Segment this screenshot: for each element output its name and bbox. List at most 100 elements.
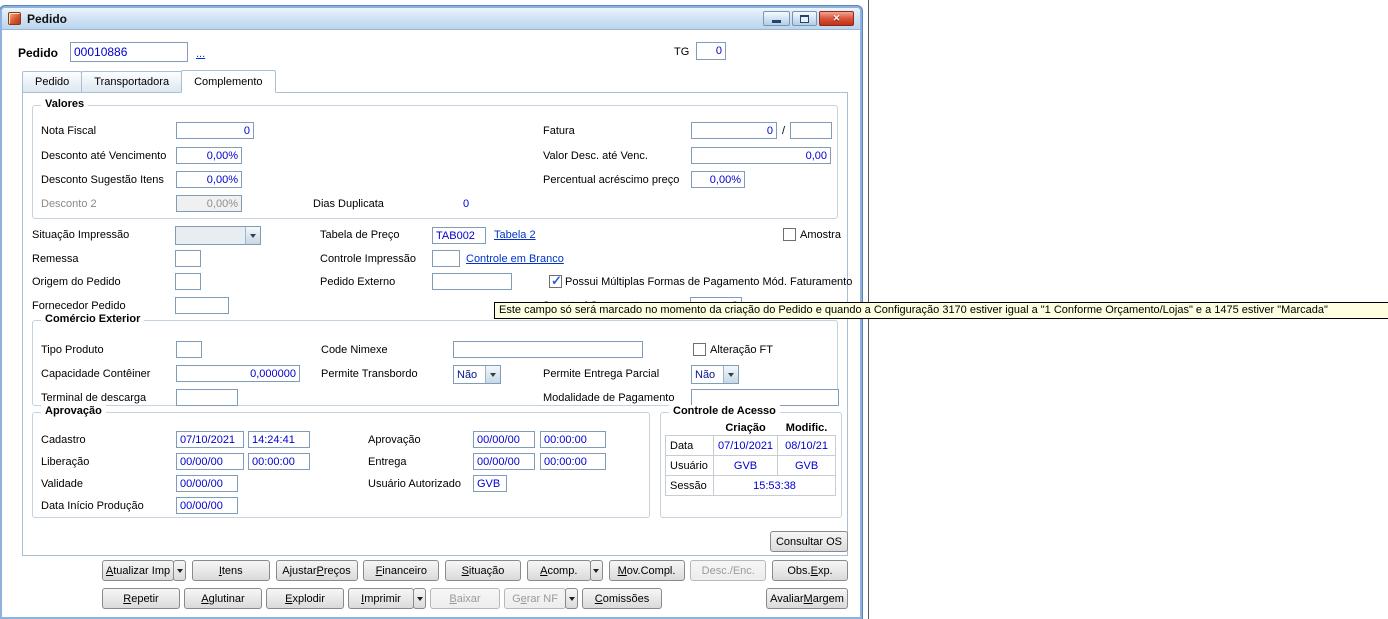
entrega-time-input[interactable]: 00:00:00 xyxy=(540,453,606,470)
liberacao-time-input[interactable]: 00:00:00 xyxy=(248,453,310,470)
fatura-input[interactable]: 0 xyxy=(691,122,777,139)
desktop: { "window": { "title": "Pedido" }, "head… xyxy=(0,0,1388,619)
aprovacao-time-input[interactable]: 00:00:00 xyxy=(540,431,606,448)
valores-legend: Valores xyxy=(41,98,89,110)
tabela-preco-input[interactable]: TAB002 xyxy=(432,227,486,244)
tipo-produto-input[interactable] xyxy=(176,341,202,358)
validade-date-input[interactable]: 00/00/00 xyxy=(176,475,238,492)
alteracao-ft-checkbox[interactable] xyxy=(693,343,706,356)
desconto-vencimento-input[interactable]: 0,00% xyxy=(176,147,242,164)
situacao-impressao-value xyxy=(176,227,245,244)
aprovacao-group: Aprovação Cadastro 07/10/2021 14:24:41 A… xyxy=(32,405,650,518)
modalidade-pagamento-input[interactable] xyxy=(691,389,839,406)
tabela-preco-link[interactable]: Tabela 2 xyxy=(494,229,536,241)
nota-fiscal-input[interactable]: 0 xyxy=(176,122,254,139)
tg-input[interactable]: 0 xyxy=(696,42,726,60)
usuario-autorizado-input[interactable]: GVB xyxy=(473,475,507,492)
chevron-down-icon xyxy=(723,366,738,383)
situacao-button[interactable]: Situação xyxy=(445,560,521,581)
remessa-input[interactable] xyxy=(175,250,201,267)
permite-transbordo-select[interactable]: Não xyxy=(453,365,501,384)
acc-col-criacao: Criação xyxy=(725,422,766,434)
permite-transbordo-value: Não xyxy=(457,368,478,381)
ajustar-precos-button[interactable]: Ajustar Preços xyxy=(275,560,358,581)
action-row-2: Repetir Aglutinar Explodir Imprimir Baix… xyxy=(102,588,848,609)
amostra-checkbox[interactable] xyxy=(783,228,796,241)
usuario-autorizado-label: Usuário Autorizado xyxy=(368,478,461,490)
fornecedor-pedido-label: Fornecedor Pedido xyxy=(32,300,126,312)
desc-enc-button: Desc./Enc. xyxy=(690,560,767,581)
repetir-button[interactable]: Repetir xyxy=(102,588,180,609)
entrega-date-input[interactable]: 00/00/00 xyxy=(473,453,535,470)
tab-transportadora[interactable]: Transportadora xyxy=(81,71,183,93)
acc-usuario-modific: GVB xyxy=(777,455,837,476)
multiplas-formas-checkbox[interactable] xyxy=(549,273,562,289)
situacao-impressao-select[interactable] xyxy=(175,226,261,245)
controle-acesso-table: Criação Modific. Data 07/10/2021 08/10/2… xyxy=(665,421,837,496)
acc-sessao-label: Sessão xyxy=(665,475,714,496)
data-inicio-producao-input[interactable]: 00/00/00 xyxy=(176,497,238,514)
obs-exp-button[interactable]: Obs. Exp. xyxy=(772,560,848,581)
mov-compl-button[interactable]: Mov.Compl. xyxy=(608,560,685,581)
table-row: Data 07/10/2021 08/10/21 xyxy=(665,435,837,456)
controle-em-branco-link[interactable]: Controle em Branco xyxy=(466,253,564,265)
table-row: Sessão 15:53:38 xyxy=(665,475,837,496)
atualizar-imp-dropdown-button[interactable] xyxy=(173,560,186,581)
code-nimexe-input[interactable] xyxy=(453,341,643,358)
tab-pedido[interactable]: Pedido xyxy=(22,71,83,93)
baixar-button: Baixar xyxy=(430,588,500,609)
atualizar-imp-button[interactable]: Atualizar Imp xyxy=(102,560,174,581)
itens-button[interactable]: Itens xyxy=(191,560,270,581)
acc-col-modific: Modific. xyxy=(785,422,828,434)
dias-duplicata-value: 0 xyxy=(463,198,470,210)
percentual-acrescimo-label: Percentual acréscimo preço xyxy=(543,174,680,186)
cadastro-date-input[interactable]: 07/10/2021 xyxy=(176,431,244,448)
valor-desc-venc-input[interactable]: 0,00 xyxy=(691,147,831,164)
fornecedor-pedido-input[interactable] xyxy=(175,297,229,314)
close-button[interactable] xyxy=(819,11,854,26)
pedido-number-input[interactable]: 00010886 xyxy=(70,42,188,62)
permite-transbordo-label: Permite Transbordo xyxy=(321,368,418,380)
controle-impressao-input[interactable] xyxy=(432,250,460,267)
consultar-os-button[interactable]: Consultar OS xyxy=(770,531,848,552)
pedido-externo-label: Pedido Externo xyxy=(320,276,396,288)
origem-pedido-label: Origem do Pedido xyxy=(32,276,121,288)
titlebar[interactable]: Pedido xyxy=(2,8,860,30)
multiplas-formas-label: Possui Múltiplas Formas de Pagamento Mód… xyxy=(565,276,853,288)
gerar-nf-dropdown-button[interactable] xyxy=(565,588,578,609)
pedido-externo-input[interactable] xyxy=(432,273,512,290)
acomp-dropdown-button[interactable] xyxy=(589,560,603,581)
imprimir-dropdown-button[interactable] xyxy=(413,588,426,609)
explodir-button[interactable]: Explodir xyxy=(266,588,344,609)
cadastro-time-input[interactable]: 14:24:41 xyxy=(248,431,310,448)
pedido-lookup-link[interactable]: ... xyxy=(196,48,205,60)
aprovacao-legend: Aprovação xyxy=(41,405,106,417)
origem-pedido-input[interactable] xyxy=(175,273,201,290)
permite-entrega-parcial-select[interactable]: Não xyxy=(691,365,739,384)
desconto-sugestao-input[interactable]: 0,00% xyxy=(176,171,242,188)
tab-complemento[interactable]: Complemento xyxy=(181,70,276,93)
maximize-button[interactable] xyxy=(792,11,817,26)
financeiro-button[interactable]: Financeiro xyxy=(363,560,440,581)
app-icon xyxy=(8,12,21,25)
liberacao-date-input[interactable]: 00/00/00 xyxy=(176,453,244,470)
minimize-button[interactable] xyxy=(763,11,790,26)
avaliar-margem-button[interactable]: Avaliar Margem xyxy=(766,588,848,609)
acc-corner-cell xyxy=(666,421,714,436)
comissoes-button[interactable]: Comissões xyxy=(582,588,662,609)
percentual-acrescimo-input[interactable]: 0,00% xyxy=(691,171,745,188)
aglutinar-button[interactable]: Aglutinar xyxy=(184,588,262,609)
aprovacao-label: Aprovação xyxy=(368,434,421,446)
aprovacao-date-input[interactable]: 00/00/00 xyxy=(473,431,535,448)
data-inicio-producao-label: Data Início Produção xyxy=(41,500,144,512)
capacidade-conteiner-input[interactable]: 0,000000 xyxy=(176,365,300,382)
fatura-input-2[interactable] xyxy=(790,122,832,139)
terminal-descarga-input[interactable] xyxy=(176,389,238,406)
maximize-icon xyxy=(800,14,809,23)
tipo-produto-label: Tipo Produto xyxy=(41,344,104,356)
acc-data-modific: 08/10/21 xyxy=(777,435,837,456)
acomp-button[interactable]: Acomp. xyxy=(526,560,591,581)
imprimir-button[interactable]: Imprimir xyxy=(348,588,414,609)
gerar-nf-button: Ge rar NF xyxy=(504,588,566,609)
code-nimexe-label: Code Nimexe xyxy=(321,344,388,356)
